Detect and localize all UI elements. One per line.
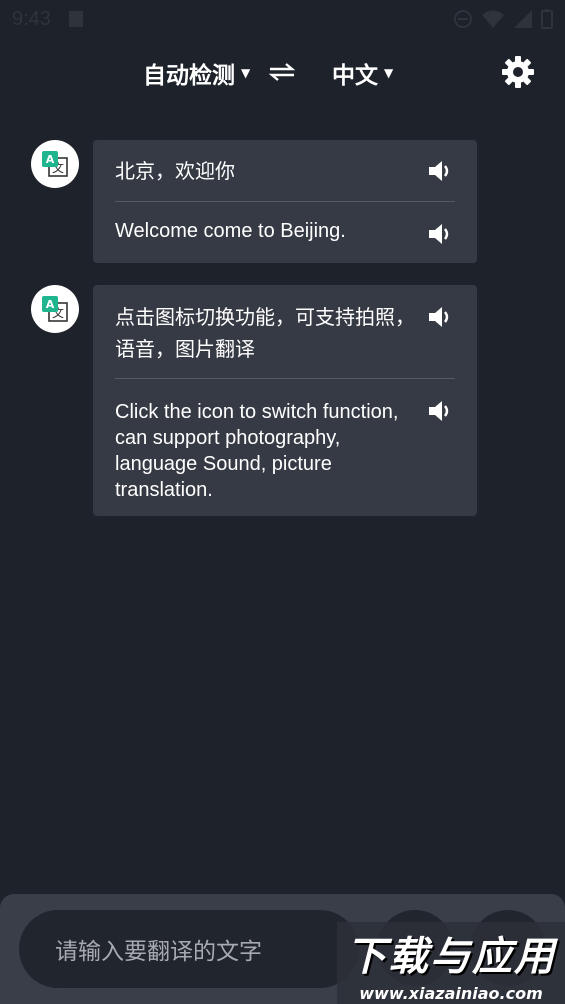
translate-avatar-icon: 文 A <box>31 140 79 188</box>
status-icons <box>453 9 553 29</box>
svg-text:A: A <box>46 153 55 166</box>
status-bar: 9:43 <box>0 0 565 38</box>
caret-down-icon: ▼ <box>384 66 394 80</box>
message-bubble: 点击图标切换功能，可支持拍照，语音，图片翻译 Click the icon to… <box>93 285 477 516</box>
gear-icon[interactable] <box>500 54 536 90</box>
speaker-icon[interactable] <box>427 159 455 183</box>
translate-avatar-icon: 文 A <box>31 285 79 333</box>
message-bubble: 北京，欢迎你 Welcome come to Beijing. <box>93 140 477 263</box>
watermark: 下载与应用 www.xiazainiao.com <box>337 922 565 1004</box>
status-time: 9:43 <box>12 7 51 30</box>
watermark-text: 下载与应用 <box>346 933 556 980</box>
translation-text: Welcome come to Beijing. <box>115 220 346 242</box>
speaker-icon[interactable] <box>427 399 455 423</box>
target-language-selector[interactable]: 中文 ▼ <box>332 56 393 90</box>
text-input[interactable]: 请输入要翻译的文字 <box>19 910 359 988</box>
input-placeholder: 请输入要翻译的文字 <box>55 939 262 965</box>
source-row: 点击图标切换功能，可支持拍照，语音，图片翻译 <box>115 285 455 378</box>
speaker-icon[interactable] <box>427 305 455 329</box>
source-language-selector[interactable]: 自动检测 ▼ <box>143 56 250 90</box>
signal-icon <box>514 10 532 28</box>
speaker-icon[interactable] <box>427 222 455 246</box>
source-text: 北京，欢迎你 <box>115 159 235 183</box>
app-notification-icon <box>68 11 83 27</box>
translation-text: Click the icon to switch function, can s… <box>115 401 399 501</box>
svg-text:A: A <box>46 298 55 311</box>
do-not-disturb-icon <box>454 10 472 28</box>
language-bar: 自动检测 ▼ 中文 ▼ <box>0 46 565 98</box>
source-row: 北京，欢迎你 <box>115 140 455 201</box>
translation-row: Welcome come to Beijing. <box>115 202 455 244</box>
battery-icon <box>541 9 553 29</box>
source-language-label: 自动检测 <box>143 63 235 89</box>
target-language-label: 中文 <box>332 63 378 89</box>
translation-row: Click the icon to switch function, can s… <box>115 379 455 503</box>
swap-languages-icon[interactable] <box>268 60 296 84</box>
wifi-icon <box>482 10 504 28</box>
source-text: 点击图标切换功能，可支持拍照，语音，图片翻译 <box>115 305 415 361</box>
caret-down-icon: ▼ <box>241 66 251 80</box>
watermark-url: www.xiazainiao.com <box>359 983 543 1003</box>
